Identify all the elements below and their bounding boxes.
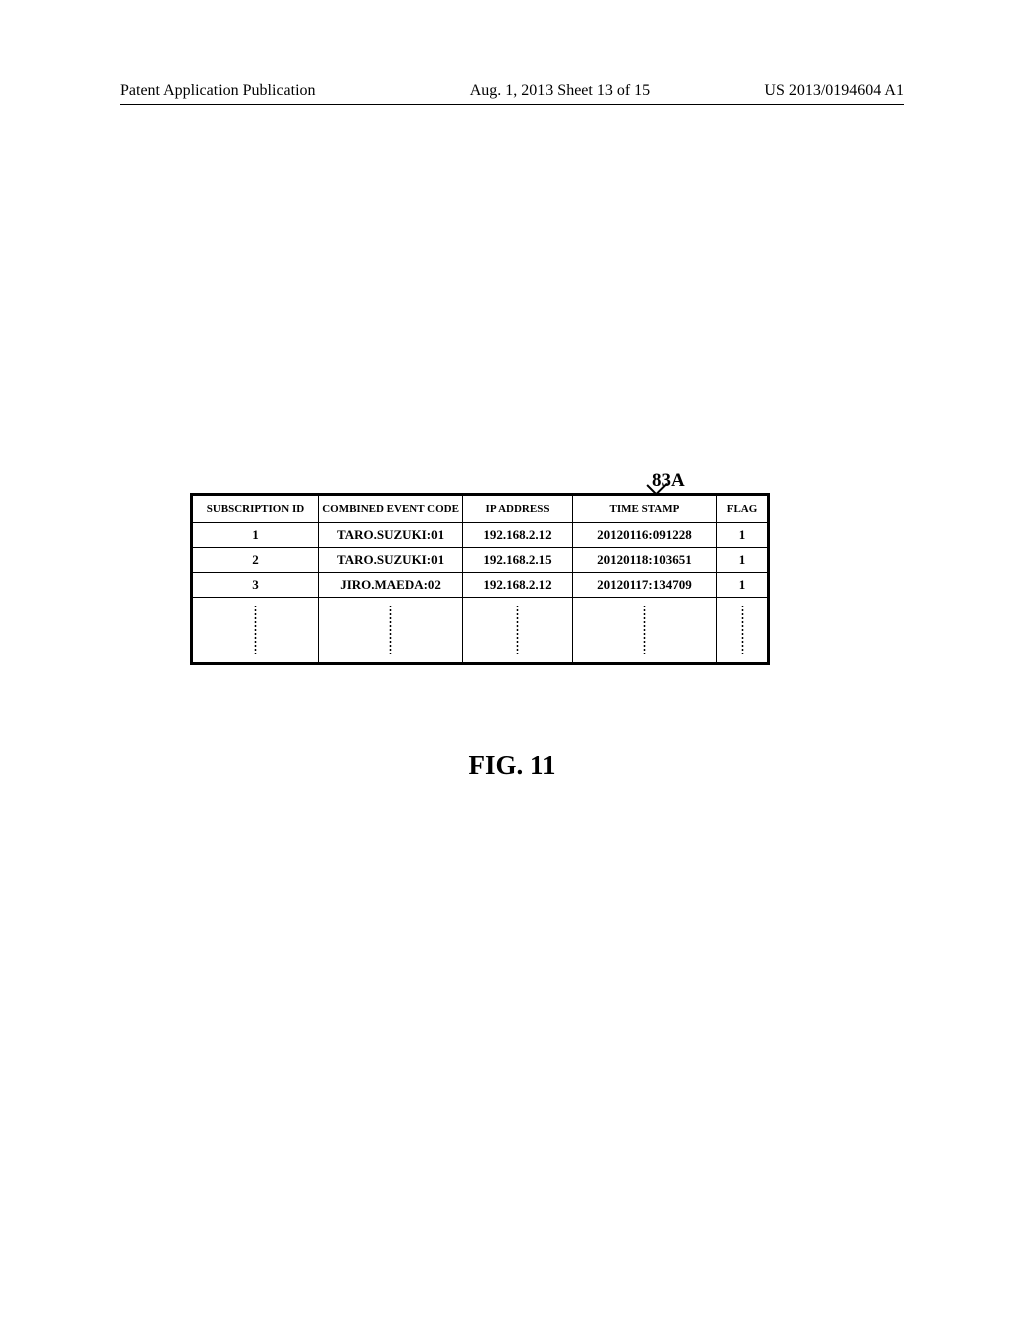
vertical-dots-icon: [389, 606, 392, 654]
vertical-dots-icon: [741, 606, 744, 654]
header-date-sheet: Aug. 1, 2013 Sheet 13 of 15: [470, 82, 650, 100]
cell-flag: 1: [717, 573, 769, 598]
header-subscription-id: SUBSCRIPTION ID: [192, 495, 319, 523]
reference-number: 83A: [652, 470, 685, 492]
subscription-table: SUBSCRIPTION ID COMBINED EVENT CODE IP A…: [190, 493, 770, 665]
cell-ip-address: 192.168.2.15: [463, 548, 573, 573]
table-row: 2 TARO.SUZUKI:01 192.168.2.15 20120118:1…: [192, 548, 769, 573]
header-publication-type: Patent Application Publication: [120, 82, 316, 100]
continuation-cell: [572, 598, 716, 664]
table-header-row: SUBSCRIPTION ID COMBINED EVENT CODE IP A…: [192, 495, 769, 523]
table-continuation-row: [192, 598, 769, 664]
cell-event-code: TARO.SUZUKI:01: [318, 548, 462, 573]
cell-subscription-id: 1: [192, 523, 319, 548]
table-row: 3 JIRO.MAEDA:02 192.168.2.12 20120117:13…: [192, 573, 769, 598]
cell-subscription-id: 2: [192, 548, 319, 573]
cell-flag: 1: [717, 523, 769, 548]
table-row: 1 TARO.SUZUKI:01 192.168.2.12 20120116:0…: [192, 523, 769, 548]
header-divider: [120, 104, 904, 105]
header-ip-address: IP ADDRESS: [463, 495, 573, 523]
header-time-stamp: TIME STAMP: [572, 495, 716, 523]
header-combined-event-code: COMBINED EVENT CODE: [318, 495, 462, 523]
figure-caption: FIG. 11: [0, 750, 1024, 781]
page-header: Patent Application Publication Aug. 1, 2…: [120, 82, 904, 100]
cell-event-code: TARO.SUZUKI:01: [318, 523, 462, 548]
cell-ip-address: 192.168.2.12: [463, 573, 573, 598]
cell-subscription-id: 3: [192, 573, 319, 598]
continuation-cell: [463, 598, 573, 664]
cell-time-stamp: 20120118:103651: [572, 548, 716, 573]
continuation-cell: [318, 598, 462, 664]
vertical-dots-icon: [516, 606, 519, 654]
cell-time-stamp: 20120116:091228: [572, 523, 716, 548]
cell-ip-address: 192.168.2.12: [463, 523, 573, 548]
cell-flag: 1: [717, 548, 769, 573]
vertical-dots-icon: [643, 606, 646, 654]
cell-time-stamp: 20120117:134709: [572, 573, 716, 598]
continuation-cell: [717, 598, 769, 664]
header-publication-number: US 2013/0194604 A1: [764, 82, 904, 100]
cell-event-code: JIRO.MAEDA:02: [318, 573, 462, 598]
continuation-cell: [192, 598, 319, 664]
vertical-dots-icon: [254, 606, 257, 654]
header-flag: FLAG: [717, 495, 769, 523]
